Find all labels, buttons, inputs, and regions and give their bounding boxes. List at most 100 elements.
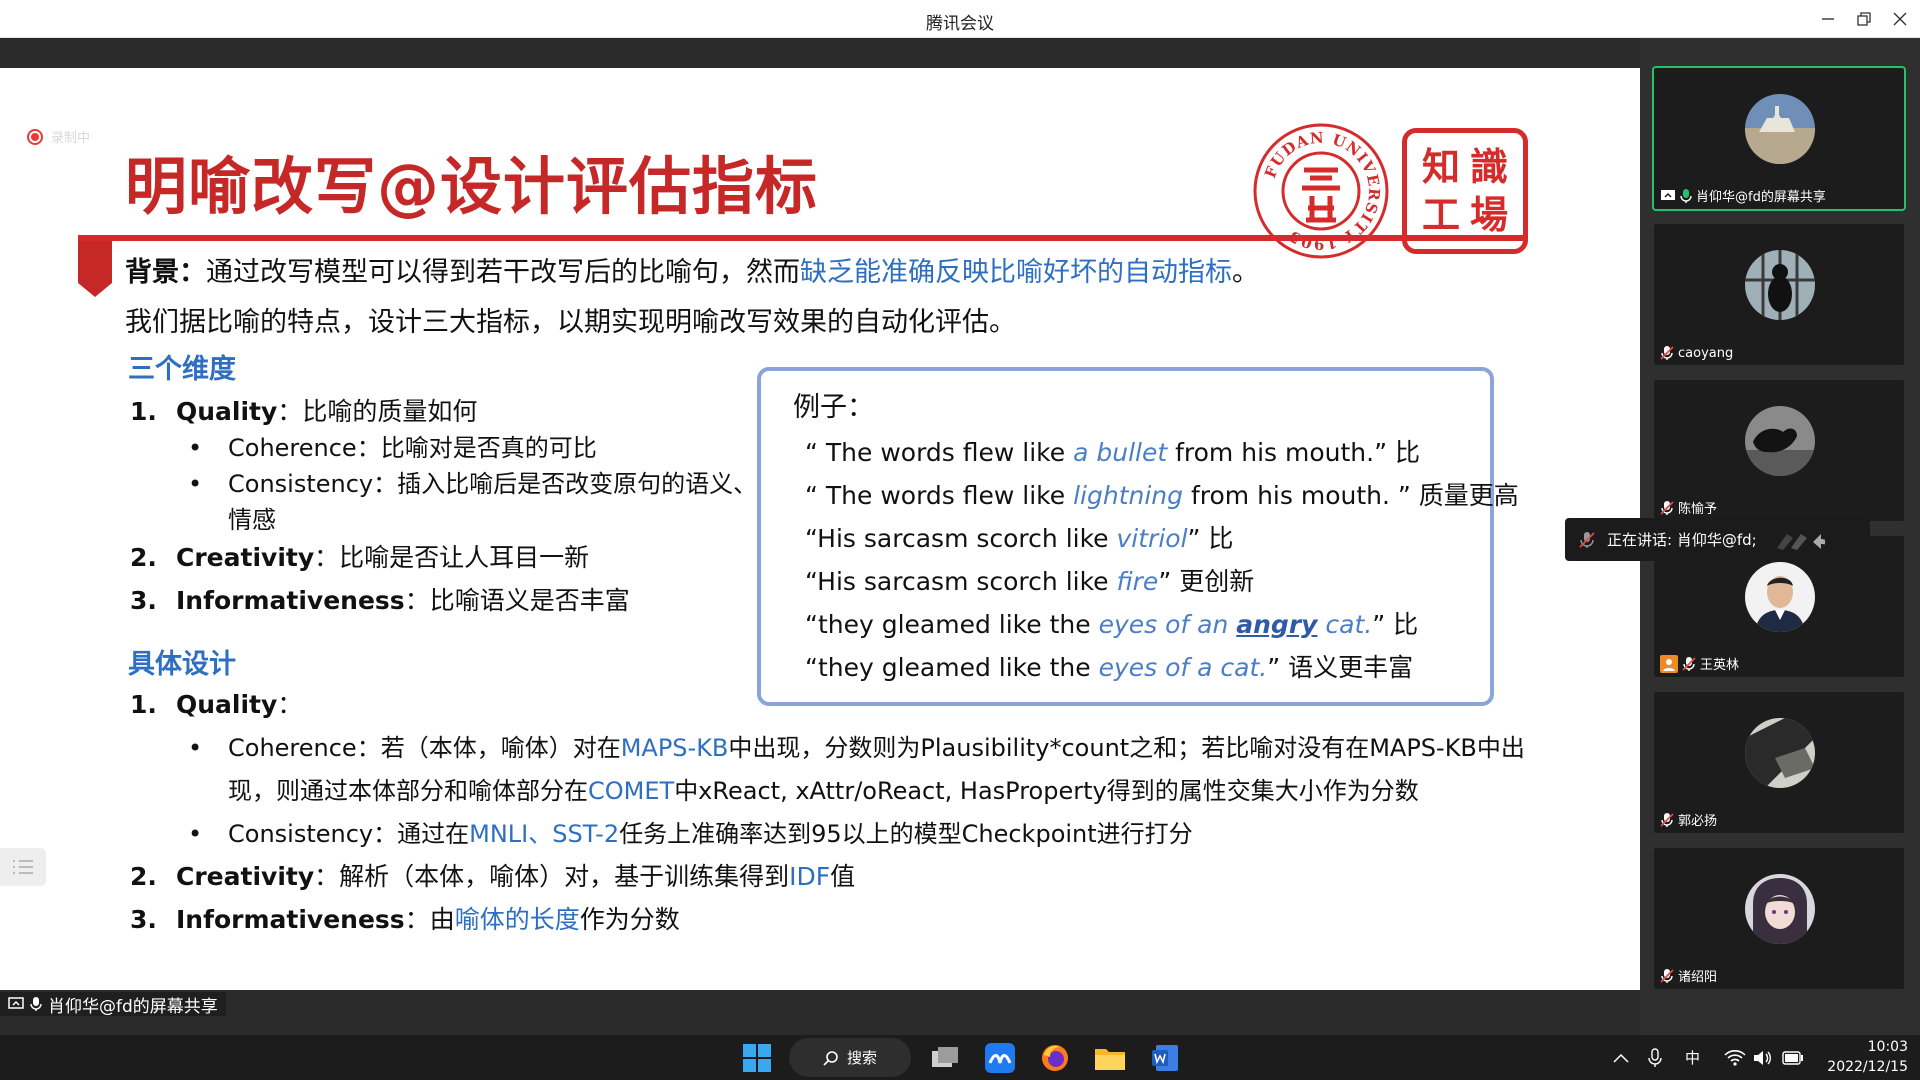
logo-char: 識 bbox=[1469, 144, 1508, 189]
participant-name: 陈愉予 bbox=[1678, 502, 1718, 517]
microphone-icon bbox=[1680, 188, 1692, 203]
outline-toggle-button[interactable] bbox=[0, 848, 46, 886]
wifi-icon bbox=[1724, 1050, 1746, 1066]
avatar bbox=[1745, 94, 1815, 164]
example-box: 例子： “ The words flew like a bullet from … bbox=[757, 367, 1519, 706]
word-icon bbox=[1152, 1045, 1178, 1071]
example-title: 例子： bbox=[793, 392, 874, 423]
dimensions-heading: 三个维度 bbox=[128, 354, 236, 385]
screen-share-label: 肖仰华@fd的屏幕共享 bbox=[0, 992, 226, 1017]
chevron-up-icon bbox=[1613, 1053, 1629, 1063]
background-line-2: 我们据比喻的特点，设计三大指标，以期实现明喻改写效果的自动化评估。 bbox=[125, 307, 1016, 338]
title-divider bbox=[78, 235, 1528, 241]
example-line: “ The words flew like lightning from his… bbox=[805, 481, 1519, 510]
word-button[interactable] bbox=[1148, 1041, 1182, 1075]
file-explorer-icon bbox=[1095, 1049, 1125, 1070]
participant-name-row: 诸绍阳 bbox=[1660, 966, 1717, 985]
screen-share-name: 肖仰华@fd的屏幕共享 bbox=[48, 996, 218, 1017]
example-line: “they gleamed like the eyes of an angry … bbox=[805, 610, 1419, 639]
task-view-button[interactable] bbox=[928, 1041, 962, 1075]
example-line: “they gleamed like the eyes of a cat.” 语… bbox=[805, 653, 1414, 682]
avatar bbox=[1745, 874, 1815, 944]
avatar bbox=[1745, 406, 1815, 476]
recording-indicator: 录制中 bbox=[27, 127, 90, 146]
clock-date: 2022/12/15 bbox=[1827, 1059, 1908, 1075]
dimension-creativity: 2. Creativity：比喻是否让人耳目一新 bbox=[130, 543, 590, 572]
microphone-icon bbox=[30, 997, 42, 1011]
example-line: “His sarcasm scorch like fire” 更创新 bbox=[805, 567, 1255, 596]
participant-name-row: 王英林 bbox=[1660, 654, 1739, 673]
participant-name: 肖仰华@fd的屏幕共享 bbox=[1696, 190, 1826, 205]
logo-char: 場 bbox=[1469, 192, 1508, 237]
participant-name-row: 陈愉予 bbox=[1660, 498, 1717, 517]
consistency-bullet: • Consistency：插入比喻后是否改变原句的语义、 bbox=[188, 470, 758, 498]
consistency-bullet-continued: 情感 bbox=[228, 506, 276, 534]
participant-name-row: 郭必扬 bbox=[1660, 810, 1717, 829]
microphone-muted-icon bbox=[1660, 968, 1674, 983]
participant-name-row: caoyang bbox=[1660, 345, 1733, 361]
input-method-indicator[interactable]: 中 bbox=[1685, 1047, 1700, 1068]
task-view-icon bbox=[932, 1047, 958, 1067]
list-icon bbox=[13, 860, 33, 874]
design-coherence-continued: 现，则通过本体部分和喻体部分在COMET中xReact, xAttr/oReac… bbox=[228, 777, 1419, 805]
meeting-app-button[interactable] bbox=[983, 1041, 1017, 1075]
tray-microphone-button[interactable] bbox=[1638, 1041, 1672, 1075]
participant-name-row: 肖仰华@fd的屏幕共享 bbox=[1660, 186, 1826, 205]
screen-share-icon bbox=[1661, 189, 1675, 200]
battery-icon bbox=[1782, 1051, 1803, 1065]
firefox-icon bbox=[1042, 1045, 1068, 1071]
speaking-indicator: 正在讲话: 肖仰华@fd; bbox=[1565, 518, 1870, 561]
avatar bbox=[1745, 562, 1815, 632]
close-button[interactable] bbox=[1884, 4, 1916, 34]
design-heading: 具体设计 bbox=[128, 649, 236, 680]
restore-icon bbox=[1857, 12, 1871, 26]
background-label: 背景： bbox=[125, 257, 206, 288]
window-titlebar: 腾讯会议 bbox=[0, 0, 1920, 38]
background-text: 通过改写模型可以得到若干改写后的比喻句，然而 bbox=[206, 257, 800, 288]
dimension-informativeness: 3. Informativeness：比喻语义是否丰富 bbox=[130, 586, 630, 615]
taskbar-search[interactable]: 搜索 bbox=[789, 1038, 911, 1077]
dimension-quality: 1. Quality：比喻的质量如何 bbox=[130, 397, 478, 426]
coherence-bullet: • Coherence：比喻对是否真的可比 bbox=[188, 434, 597, 462]
speaking-text: 正在讲话: 肖仰华@fd; bbox=[1607, 531, 1757, 549]
close-icon bbox=[1893, 12, 1907, 26]
participant-tile[interactable]: 郭必扬 bbox=[1652, 690, 1906, 835]
microphone-muted-icon bbox=[1660, 346, 1674, 360]
participant-tile[interactable]: 陈愉予 bbox=[1652, 378, 1906, 523]
presentation-slide: 录制中 明喻改写@设计评估指标 FUDAN UNIVERSITY 1905 知 … bbox=[0, 68, 1640, 990]
volume-button[interactable] bbox=[1746, 1041, 1780, 1075]
search-label: 搜索 bbox=[846, 1049, 877, 1067]
host-badge-icon bbox=[1660, 654, 1678, 673]
bookmark-ribbon bbox=[78, 241, 112, 297]
show-hidden-icons-button[interactable] bbox=[1604, 1041, 1638, 1075]
clock-time: 10:03 bbox=[1867, 1039, 1908, 1055]
participant-tile[interactable]: caoyang bbox=[1652, 222, 1906, 367]
battery-button[interactable] bbox=[1776, 1041, 1810, 1075]
reaction-icons bbox=[1776, 533, 1825, 550]
shared-screen-area: 录制中 明喻改写@设计评估指标 FUDAN UNIVERSITY 1905 知 … bbox=[0, 38, 1640, 1035]
participant-tile[interactable]: 肖仰华@fd的屏幕共享 bbox=[1652, 66, 1906, 211]
design-coherence: • Coherence：若（本体，喻体）对在MAPS-KB中出现，分数则为Plau… bbox=[188, 734, 1525, 762]
windows-start-button[interactable] bbox=[740, 1041, 774, 1075]
recording-label: 录制中 bbox=[51, 131, 91, 146]
avatar bbox=[1745, 250, 1815, 320]
firefox-button[interactable] bbox=[1038, 1041, 1072, 1075]
slide-title: 明喻改写@设计评估指标 bbox=[125, 150, 819, 223]
search-icon bbox=[823, 1050, 838, 1066]
example-line: “His sarcasm scorch like vitriol” 比 bbox=[805, 524, 1234, 553]
participant-tile[interactable]: 诸绍阳 bbox=[1652, 846, 1906, 991]
minimize-button[interactable] bbox=[1812, 4, 1844, 34]
restore-button[interactable] bbox=[1848, 4, 1880, 34]
speaker-icon bbox=[1754, 1051, 1771, 1065]
microphone-icon bbox=[1648, 1048, 1662, 1067]
design-creativity: 2. Creativity：解析（本体，喻体）对，基于训练集得到IDF值 bbox=[130, 862, 856, 891]
meeting-app-icon bbox=[985, 1043, 1015, 1073]
background-end: 。 bbox=[1232, 257, 1259, 288]
file-explorer-button[interactable] bbox=[1093, 1041, 1127, 1075]
clock[interactable]: 10:03 2022/12/15 bbox=[1818, 1037, 1908, 1077]
screen-share-icon bbox=[8, 997, 24, 1009]
window-title: 腾讯会议 bbox=[926, 14, 994, 34]
background-highlight: 缺乏能准确反映比喻好坏的自动指标 bbox=[800, 257, 1232, 288]
background-paragraph: 背景：通过改写模型可以得到若干改写后的比喻句，然而缺乏能准确反映比喻好坏的自动指… bbox=[125, 250, 1259, 289]
participant-name: 王英林 bbox=[1700, 658, 1740, 673]
